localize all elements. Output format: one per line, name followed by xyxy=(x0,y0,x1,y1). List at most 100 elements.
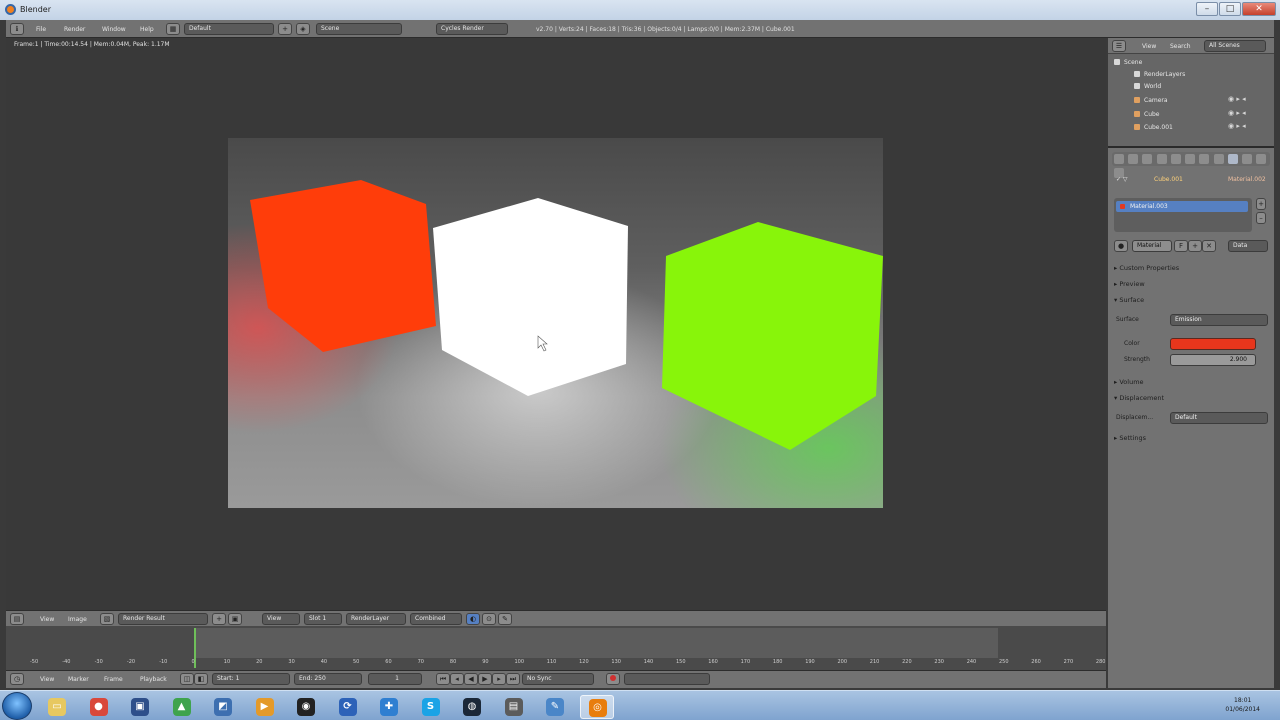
outliner-item-renderlayers[interactable]: RenderLayers xyxy=(1134,69,1185,81)
outliner-tab-search[interactable]: Search xyxy=(1170,41,1191,52)
material-slots-list[interactable]: Material.003 xyxy=(1114,198,1252,232)
visibility-eye-icon[interactable]: ◉ ▸ ◂ xyxy=(1228,95,1246,103)
system-clock[interactable]: 18:01 01/06/2014 xyxy=(1225,696,1260,714)
taskbar-app-button[interactable]: ▶ xyxy=(248,695,282,719)
layers-tab-icon[interactable] xyxy=(1128,154,1139,164)
outliner-item-scene[interactable]: Scene xyxy=(1114,57,1142,69)
particles-tab-icon[interactable] xyxy=(1256,154,1267,164)
pin-icon[interactable]: ✓ ▽ xyxy=(1116,176,1128,183)
menu-file[interactable]: File xyxy=(36,24,46,35)
visibility-eye-icon[interactable]: ◉ ▸ ◂ xyxy=(1228,109,1246,117)
fake-user-button[interactable]: F xyxy=(1174,240,1188,252)
start-frame-field[interactable]: Start: 1 xyxy=(212,673,290,685)
open-image-button[interactable]: ▣ xyxy=(228,613,242,625)
menu-image[interactable]: Image xyxy=(68,614,87,625)
brush-icon[interactable]: ✎ xyxy=(498,613,512,625)
outliner-display-mode[interactable]: All Scenes xyxy=(1204,40,1266,52)
menu-frame[interactable]: Frame xyxy=(104,674,123,685)
render-tab-icon[interactable] xyxy=(1114,154,1124,164)
outliner-editor-icon[interactable]: ☰ xyxy=(1112,40,1126,52)
menu-view[interactable]: View xyxy=(40,614,54,625)
play-reverse-icon[interactable]: ◀ xyxy=(464,673,478,685)
taskbar-app-button[interactable]: ◉ xyxy=(289,695,323,719)
outliner-item-camera[interactable]: Camera xyxy=(1134,95,1168,107)
scene-tab-icon[interactable] xyxy=(1142,154,1153,164)
screen-layout-icon[interactable]: ▦ xyxy=(166,23,180,35)
taskbar-app-button[interactable]: ▤ xyxy=(497,695,531,719)
jump-end-icon[interactable]: ⏭ xyxy=(506,673,520,685)
add-screen-button[interactable]: + xyxy=(278,23,292,35)
jump-start-icon[interactable]: ⏮ xyxy=(436,673,450,685)
next-keyframe-icon[interactable]: ▸ xyxy=(492,673,506,685)
maximize-button[interactable]: □ xyxy=(1219,2,1241,16)
scene-icon[interactable]: ◈ xyxy=(296,23,310,35)
displacement-select[interactable]: Default xyxy=(1170,412,1268,424)
lock-range-icon[interactable]: ◧ xyxy=(194,673,208,685)
taskbar-app-button[interactable]: ● xyxy=(82,695,116,719)
taskbar-app-button[interactable]: ◩ xyxy=(206,695,240,719)
visibility-eye-icon[interactable]: ◉ ▸ ◂ xyxy=(1228,122,1246,130)
prev-keyframe-icon[interactable]: ◂ xyxy=(450,673,464,685)
start-button[interactable] xyxy=(2,692,32,720)
add-slot-button[interactable]: + xyxy=(1256,198,1266,210)
surface-shader-select[interactable]: Emission xyxy=(1170,314,1268,326)
render-result-image[interactable] xyxy=(228,138,883,508)
end-frame-field[interactable]: End: 250 xyxy=(294,673,362,685)
screen-layout-field[interactable]: Default xyxy=(184,23,274,35)
editor-type-icon[interactable]: ℹ xyxy=(10,23,24,35)
link-data-select[interactable]: Data xyxy=(1228,240,1268,252)
outliner-item-world[interactable]: World xyxy=(1134,81,1161,93)
object-tab-icon[interactable] xyxy=(1170,154,1181,164)
render-pass-field[interactable]: Combined xyxy=(410,613,462,625)
new-material-button[interactable]: + xyxy=(1188,240,1202,252)
preview-range-icon[interactable]: ◫ xyxy=(180,673,194,685)
render-engine-select[interactable]: Cycles Render xyxy=(436,23,508,35)
record-icon[interactable] xyxy=(606,673,620,685)
menu-view[interactable]: View xyxy=(40,674,54,685)
new-image-button[interactable]: + xyxy=(212,613,226,625)
scene-field[interactable]: Scene xyxy=(316,23,402,35)
keying-set-field[interactable] xyxy=(624,673,710,685)
material-name-field[interactable]: Material xyxy=(1132,240,1172,252)
close-button[interactable]: ✕ xyxy=(1242,2,1276,16)
taskbar-app-button[interactable]: ▣ xyxy=(123,695,157,719)
outliner-tab-view[interactable]: View xyxy=(1142,41,1156,52)
menu-playback[interactable]: Playback xyxy=(140,674,167,685)
remove-slot-button[interactable]: – xyxy=(1256,212,1266,224)
image-browse-icon[interactable]: ▧ xyxy=(100,613,114,625)
taskbar-app-button[interactable]: ✚ xyxy=(372,695,406,719)
slot-field[interactable]: Slot 1 xyxy=(304,613,342,625)
taskbar-app-button[interactable]: ▲ xyxy=(165,695,199,719)
material-browse-icon[interactable]: ● xyxy=(1114,240,1128,252)
editor-type-icon[interactable]: ◷ xyxy=(10,673,24,685)
view-mode-field[interactable]: View xyxy=(262,613,300,625)
unlink-material-button[interactable]: ✕ xyxy=(1202,240,1216,252)
menu-render[interactable]: Render xyxy=(64,24,85,35)
modifiers-tab-icon[interactable] xyxy=(1199,154,1210,164)
section-displacement[interactable]: ▾ Displacement xyxy=(1114,392,1164,404)
render-layer-field[interactable]: RenderLayer xyxy=(346,613,406,625)
data-tab-icon[interactable] xyxy=(1213,154,1224,164)
section-volume[interactable]: ▸ Volume xyxy=(1114,376,1144,388)
texture-tab-icon[interactable] xyxy=(1242,154,1253,164)
menu-window[interactable]: Window xyxy=(102,24,126,35)
section-settings[interactable]: ▸ Settings xyxy=(1114,432,1146,444)
material-slot-item[interactable]: Material.003 xyxy=(1116,201,1248,212)
outliner-item-cube[interactable]: Cube xyxy=(1134,109,1160,121)
timeline-area[interactable]: -50 -40 -30 -20 -10 0 10 20 30 40 50 60 70 80 90 100 110… xyxy=(6,626,1106,670)
taskbar-app-button[interactable]: ▭ xyxy=(40,695,74,719)
taskbar-app-button[interactable]: ◍ xyxy=(455,695,489,719)
world-tab-icon[interactable] xyxy=(1156,154,1167,164)
taskbar-app-button[interactable]: S xyxy=(414,695,448,719)
current-frame-field[interactable]: 1 xyxy=(368,673,422,685)
sync-mode-select[interactable]: No Sync xyxy=(522,673,594,685)
taskbar-app-button[interactable]: ✎ xyxy=(538,695,572,719)
display-channels-icon[interactable]: ◐ xyxy=(466,613,480,625)
material-tab-icon[interactable] xyxy=(1227,154,1238,164)
outliner-item-cube-001[interactable]: Cube.001 xyxy=(1134,122,1173,134)
image-editor-area[interactable]: Frame:1 | Time:00:14.54 | Mem:0.04M, Pea… xyxy=(6,38,1106,610)
section-surface[interactable]: ▾ Surface xyxy=(1114,294,1144,306)
section-custom-properties[interactable]: ▸ Custom Properties xyxy=(1114,262,1179,274)
play-icon[interactable]: ▶ xyxy=(478,673,492,685)
pin-icon[interactable]: ⊙ xyxy=(482,613,496,625)
